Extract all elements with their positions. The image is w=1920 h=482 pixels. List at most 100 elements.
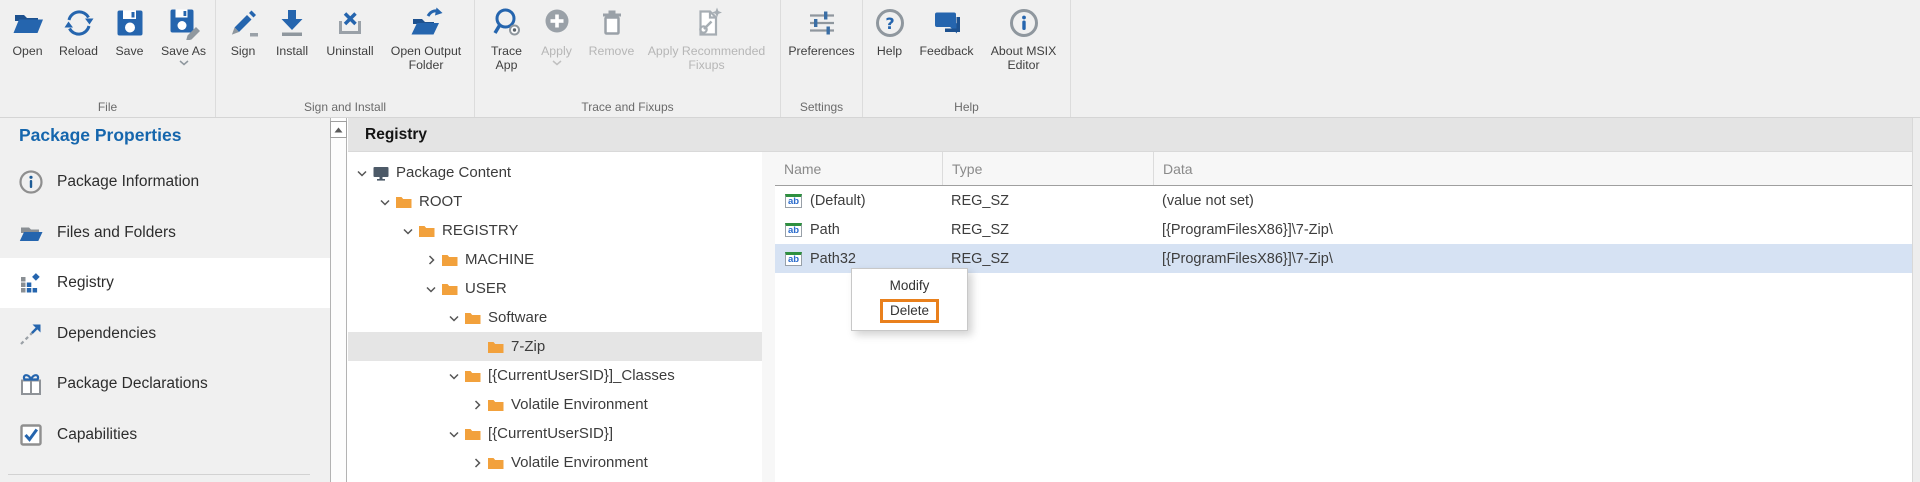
- tree-item-label: Volatile Environment: [511, 396, 648, 413]
- sign-button[interactable]: Sign: [220, 6, 266, 58]
- chevron-down-icon[interactable]: [446, 368, 462, 384]
- save-button[interactable]: Save: [105, 6, 155, 58]
- open-folder-icon: [11, 6, 45, 40]
- feedback-bubble-icon: [930, 6, 964, 40]
- tree-item-label: Package Content: [396, 164, 511, 181]
- column-header-data[interactable]: Data: [1153, 152, 1912, 185]
- window-right-scrollbar-strip[interactable]: [1912, 118, 1920, 482]
- tree-scrollbar-track[interactable]: [762, 152, 775, 482]
- fixups-document-icon: [690, 6, 724, 40]
- highlight-box: Delete: [880, 299, 939, 323]
- folder-icon: [441, 252, 459, 268]
- apply-button[interactable]: Apply: [531, 6, 583, 66]
- context-menu-item-delete[interactable]: Delete: [852, 298, 967, 324]
- folder-icon: [441, 281, 459, 297]
- sidebar-item-package-information[interactable]: Package Information: [0, 157, 330, 207]
- svg-text:?: ?: [885, 14, 894, 33]
- registry-tree: Package Content ROOT REGISTRY MACHINE US…: [348, 152, 762, 482]
- sidebar-divider: [8, 474, 310, 475]
- sidebar-title: Package Properties: [19, 125, 181, 146]
- chevron-down-icon[interactable]: [423, 281, 439, 297]
- tree-item-label: Volatile Environment: [511, 454, 648, 471]
- table-row-default[interactable]: ab (Default) REG_SZ (value not set): [775, 186, 1912, 215]
- pencil-icon: [226, 6, 260, 40]
- chevron-down-icon[interactable]: [400, 223, 416, 239]
- tree-item-label: [{CurrentUserSID}]_Classes: [488, 367, 675, 384]
- sidebar-item-label: Registry: [57, 274, 114, 292]
- install-button[interactable]: Install: [266, 6, 318, 58]
- sidebar-item-capabilities[interactable]: Capabilities: [0, 410, 330, 460]
- open-button[interactable]: Open: [3, 6, 53, 58]
- save-icon: [113, 6, 147, 40]
- feedback-button[interactable]: Feedback: [914, 6, 980, 58]
- tree-item-volatile-environment[interactable]: Volatile Environment: [348, 390, 762, 419]
- tree-item-user[interactable]: USER: [348, 274, 762, 303]
- scrollbar-up-button[interactable]: [330, 121, 347, 138]
- chevron-right-icon[interactable]: [469, 397, 485, 413]
- gift-box-icon: [18, 371, 44, 397]
- chevron-down-icon[interactable]: [377, 194, 393, 210]
- chevron-down-icon[interactable]: [552, 60, 562, 66]
- open-output-folder-icon: [409, 6, 443, 40]
- open-output-folder-button[interactable]: Open Output Folder: [382, 6, 470, 72]
- tree-item-volatile-environment[interactable]: Volatile Environment: [348, 448, 762, 477]
- tree-item-package-content[interactable]: Package Content: [348, 158, 762, 187]
- tree-item-machine[interactable]: MACHINE: [348, 245, 762, 274]
- trace-app-icon: [490, 6, 524, 40]
- column-header-type[interactable]: Type: [942, 152, 1153, 185]
- sidebar-package-properties: Package Properties Package Information F…: [0, 118, 330, 482]
- apply-recommended-fixups-button[interactable]: Apply Recommended Fixups: [641, 6, 773, 72]
- chevron-down-icon[interactable]: [446, 310, 462, 326]
- ribbon-group-trace-fixups: Trace App Apply Remo: [475, 0, 781, 117]
- column-header-name[interactable]: Name: [775, 152, 942, 185]
- registry-icon: [18, 270, 44, 296]
- help-button[interactable]: ? Help: [866, 6, 914, 58]
- ribbon-group-settings: Preferences Settings: [781, 0, 863, 117]
- group-label-sign-install: Sign and Install: [216, 100, 474, 114]
- chevron-down-icon[interactable]: [446, 426, 462, 442]
- save-as-button[interactable]: Save As: [155, 6, 213, 66]
- preferences-button[interactable]: Preferences: [783, 6, 861, 58]
- table-row-path[interactable]: ab Path REG_SZ [{ProgramFilesX86}]\7-Zip…: [775, 215, 1912, 244]
- tree-item-7-zip[interactable]: 7-Zip: [348, 332, 762, 361]
- sidebar-item-files-and-folders[interactable]: Files and Folders: [0, 208, 330, 258]
- info-circle-icon: [18, 169, 44, 195]
- value-type: REG_SZ: [942, 222, 1153, 238]
- value-name: (Default): [810, 193, 866, 209]
- uninstall-button[interactable]: Uninstall: [318, 6, 382, 58]
- uninstall-icon: [333, 6, 367, 40]
- chevron-down-icon[interactable]: [179, 60, 189, 66]
- tree-item-software[interactable]: Software: [348, 303, 762, 332]
- context-menu-item-modify[interactable]: Modify: [852, 272, 967, 298]
- install-arrow-icon: [275, 6, 309, 40]
- folder-icon: [18, 220, 44, 246]
- sidebar-scrollbar[interactable]: [330, 118, 347, 482]
- tree-item-label: Software: [488, 309, 547, 326]
- tree-item-currentusersid[interactable]: [{CurrentUserSID}]: [348, 419, 762, 448]
- trace-app-button[interactable]: Trace App: [483, 6, 531, 72]
- value-type: REG_SZ: [942, 193, 1153, 209]
- sidebar-item-registry[interactable]: Registry: [0, 258, 330, 308]
- chevron-right-icon[interactable]: [469, 455, 485, 471]
- apply-plus-icon: [540, 6, 574, 40]
- sidebar-item-package-declarations[interactable]: Package Declarations: [0, 359, 330, 409]
- help-question-icon: ?: [873, 6, 907, 40]
- remove-button[interactable]: Remove: [583, 6, 641, 58]
- ribbon-group-help: ? Help Feedback About: [863, 0, 1071, 117]
- sidebar-item-dependencies[interactable]: Dependencies: [0, 309, 330, 359]
- about-msix-editor-button[interactable]: About MSIX Editor: [980, 6, 1068, 72]
- folder-icon: [464, 426, 482, 442]
- reload-button[interactable]: Reload: [53, 6, 105, 58]
- tree-item-root[interactable]: ROOT: [348, 187, 762, 216]
- ribbon-toolbar: Open Reload Save: [0, 0, 1920, 118]
- tree-item-currentusersid-classes[interactable]: [{CurrentUserSID}]_Classes: [348, 361, 762, 390]
- info-circle-icon: [1007, 6, 1041, 40]
- chevron-down-icon[interactable]: [354, 165, 370, 181]
- tree-item-registry[interactable]: REGISTRY: [348, 216, 762, 245]
- sidebar-item-label: Package Declarations: [57, 375, 208, 393]
- chevron-right-icon[interactable]: [423, 252, 439, 268]
- table-header: Name Type Data: [775, 152, 1912, 186]
- context-menu: Modify Delete: [851, 268, 968, 331]
- tree-item-label: [{CurrentUserSID}]: [488, 425, 613, 442]
- tree-item-label: REGISTRY: [442, 222, 518, 239]
